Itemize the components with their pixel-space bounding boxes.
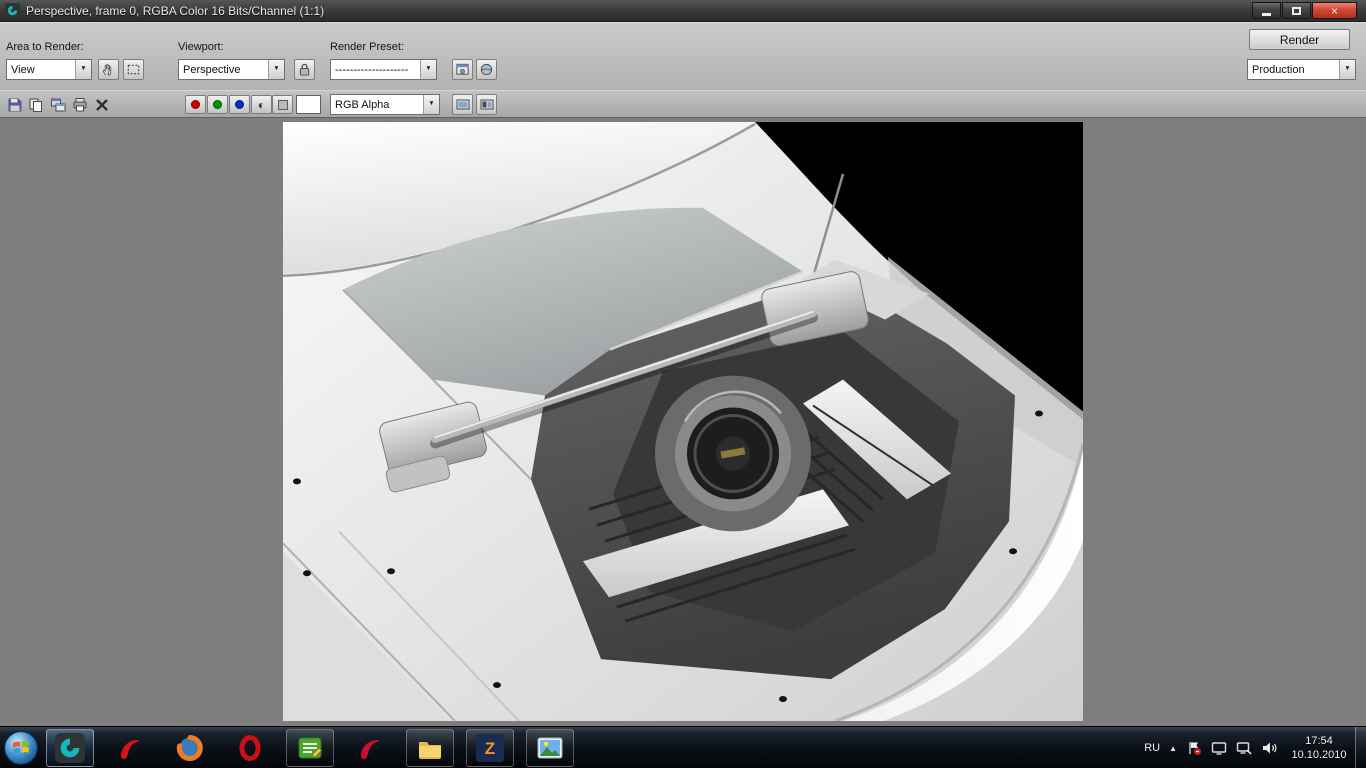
print-image-button[interactable] — [71, 96, 89, 114]
chevron-down-icon[interactable]: ▼ — [423, 95, 439, 114]
window-title: Perspective, frame 0, RGBA Color 16 Bits… — [26, 4, 324, 18]
taskbar-item-z-app[interactable]: Z — [466, 729, 514, 767]
render-mode-dropdown[interactable]: Production ▼ — [1247, 59, 1356, 80]
maximize-button[interactable] — [1282, 2, 1311, 19]
maximize-icon — [1292, 7, 1301, 15]
render-preset-value: -------------------- — [331, 64, 420, 76]
edit-region-button[interactable] — [98, 59, 119, 80]
clock[interactable]: 17:54 10.10.2010 — [1286, 734, 1352, 762]
render-toolbar: Area to Render: View ▼ Viewport: Perspec… — [0, 22, 1366, 90]
titlebar: Perspective, frame 0, RGBA Color 16 Bits… — [0, 0, 1366, 22]
render-preset-dropdown[interactable]: -------------------- ▼ — [330, 59, 437, 80]
blue-channel-icon — [235, 100, 244, 109]
background-color-swatch[interactable] — [296, 95, 321, 114]
red-channel-icon — [191, 100, 200, 109]
taskbar-item-opera[interactable] — [226, 729, 274, 767]
minimize-button[interactable] — [1252, 2, 1281, 19]
notes-app-icon — [296, 734, 324, 762]
blue-channel-button[interactable] — [229, 95, 250, 114]
network-icon[interactable] — [1236, 740, 1252, 756]
channel-display-dropdown[interactable]: RGB Alpha ▼ — [330, 94, 440, 115]
z-app-icon: Z — [476, 734, 504, 762]
show-desktop-button[interactable] — [1355, 727, 1366, 768]
chevron-down-icon[interactable]: ▼ — [420, 60, 436, 79]
firefox-icon — [176, 734, 204, 762]
minimize-icon — [1262, 13, 1271, 16]
save-image-button[interactable] — [6, 96, 24, 114]
red-channel-button[interactable] — [185, 95, 206, 114]
red-app-2-icon — [356, 734, 384, 762]
start-button[interactable] — [3, 730, 39, 766]
viewport-value: Perspective — [179, 64, 268, 76]
screen: Perspective, frame 0, RGBA Color 16 Bits… — [0, 0, 1366, 768]
viewport-dropdown[interactable]: Perspective ▼ — [178, 59, 285, 80]
close-icon: × — [1331, 5, 1338, 17]
clock-date: 10.10.2010 — [1286, 748, 1352, 762]
split-channel-display-button[interactable] — [476, 94, 497, 115]
render-preset-label: Render Preset: — [330, 41, 404, 53]
channel-display-value: RGB Alpha — [331, 99, 423, 111]
auto-region-button[interactable] — [123, 59, 144, 80]
chevron-down-icon[interactable]: ▼ — [75, 60, 91, 79]
z-letter: Z — [485, 739, 495, 758]
framebuffer-toolbar: ◐ RGB Alpha ▼ — [0, 90, 1366, 118]
clock-time: 17:54 — [1286, 734, 1352, 748]
system-tray: RU ▲ 17:54 10.10.2010 — [1144, 727, 1352, 768]
clear-image-button[interactable] — [93, 96, 111, 114]
area-to-render-label: Area to Render: — [6, 41, 84, 53]
taskbar: Z RU ▲ 17:54 10.10.2010 — [0, 726, 1366, 768]
chevron-down-icon[interactable]: ▼ — [1339, 60, 1355, 79]
window-controls: × — [1252, 2, 1361, 19]
3dsmax-icon — [55, 733, 85, 763]
alpha-channel-button[interactable] — [272, 95, 293, 114]
image-viewer-icon — [536, 734, 564, 762]
viewport-label: Viewport: — [178, 41, 224, 53]
display-icon[interactable] — [1211, 740, 1227, 756]
area-to-render-value: View — [7, 64, 75, 76]
language-indicator[interactable]: RU — [1144, 742, 1160, 754]
volume-icon[interactable] — [1261, 740, 1277, 756]
close-button[interactable]: × — [1312, 2, 1357, 19]
green-channel-button[interactable] — [207, 95, 228, 114]
lock-viewport-button[interactable] — [294, 59, 315, 80]
taskbar-item-image-viewer[interactable] — [526, 729, 574, 767]
green-channel-icon — [213, 100, 222, 109]
action-center-icon[interactable] — [1186, 740, 1202, 756]
render-mode-value: Production — [1248, 64, 1339, 76]
opera-icon — [236, 734, 264, 762]
folder-icon — [416, 734, 444, 762]
taskbar-item-explorer[interactable] — [406, 729, 454, 767]
taskbar-item-red-app-2[interactable] — [346, 729, 394, 767]
alpha-channel-icon — [278, 100, 288, 110]
monochrome-icon: ◐ — [258, 99, 265, 111]
render-button[interactable]: Render — [1249, 29, 1350, 50]
area-to-render-dropdown[interactable]: View ▼ — [6, 59, 92, 80]
taskbar-item-red-app[interactable] — [106, 729, 154, 767]
render-setup-button[interactable] — [452, 59, 473, 80]
3dsmax-logo-icon — [5, 3, 20, 18]
red-app-icon — [116, 734, 144, 762]
copy-image-button[interactable] — [27, 96, 45, 114]
chevron-down-icon[interactable]: ▼ — [268, 60, 284, 79]
rendered-image — [283, 122, 1083, 721]
taskbar-item-3dsmax[interactable] — [46, 729, 94, 767]
show-hidden-icons-button[interactable]: ▲ — [1169, 744, 1177, 753]
taskbar-item-notes-app[interactable] — [286, 729, 334, 767]
fullscreen-display-button[interactable] — [452, 94, 473, 115]
clone-window-button[interactable] — [49, 96, 67, 114]
render-viewport — [0, 118, 1366, 726]
taskbar-item-firefox[interactable] — [166, 729, 214, 767]
taskbar-items: Z — [46, 728, 574, 768]
monochrome-channel-button[interactable]: ◐ — [251, 95, 272, 114]
environment-effects-button[interactable] — [476, 59, 497, 80]
